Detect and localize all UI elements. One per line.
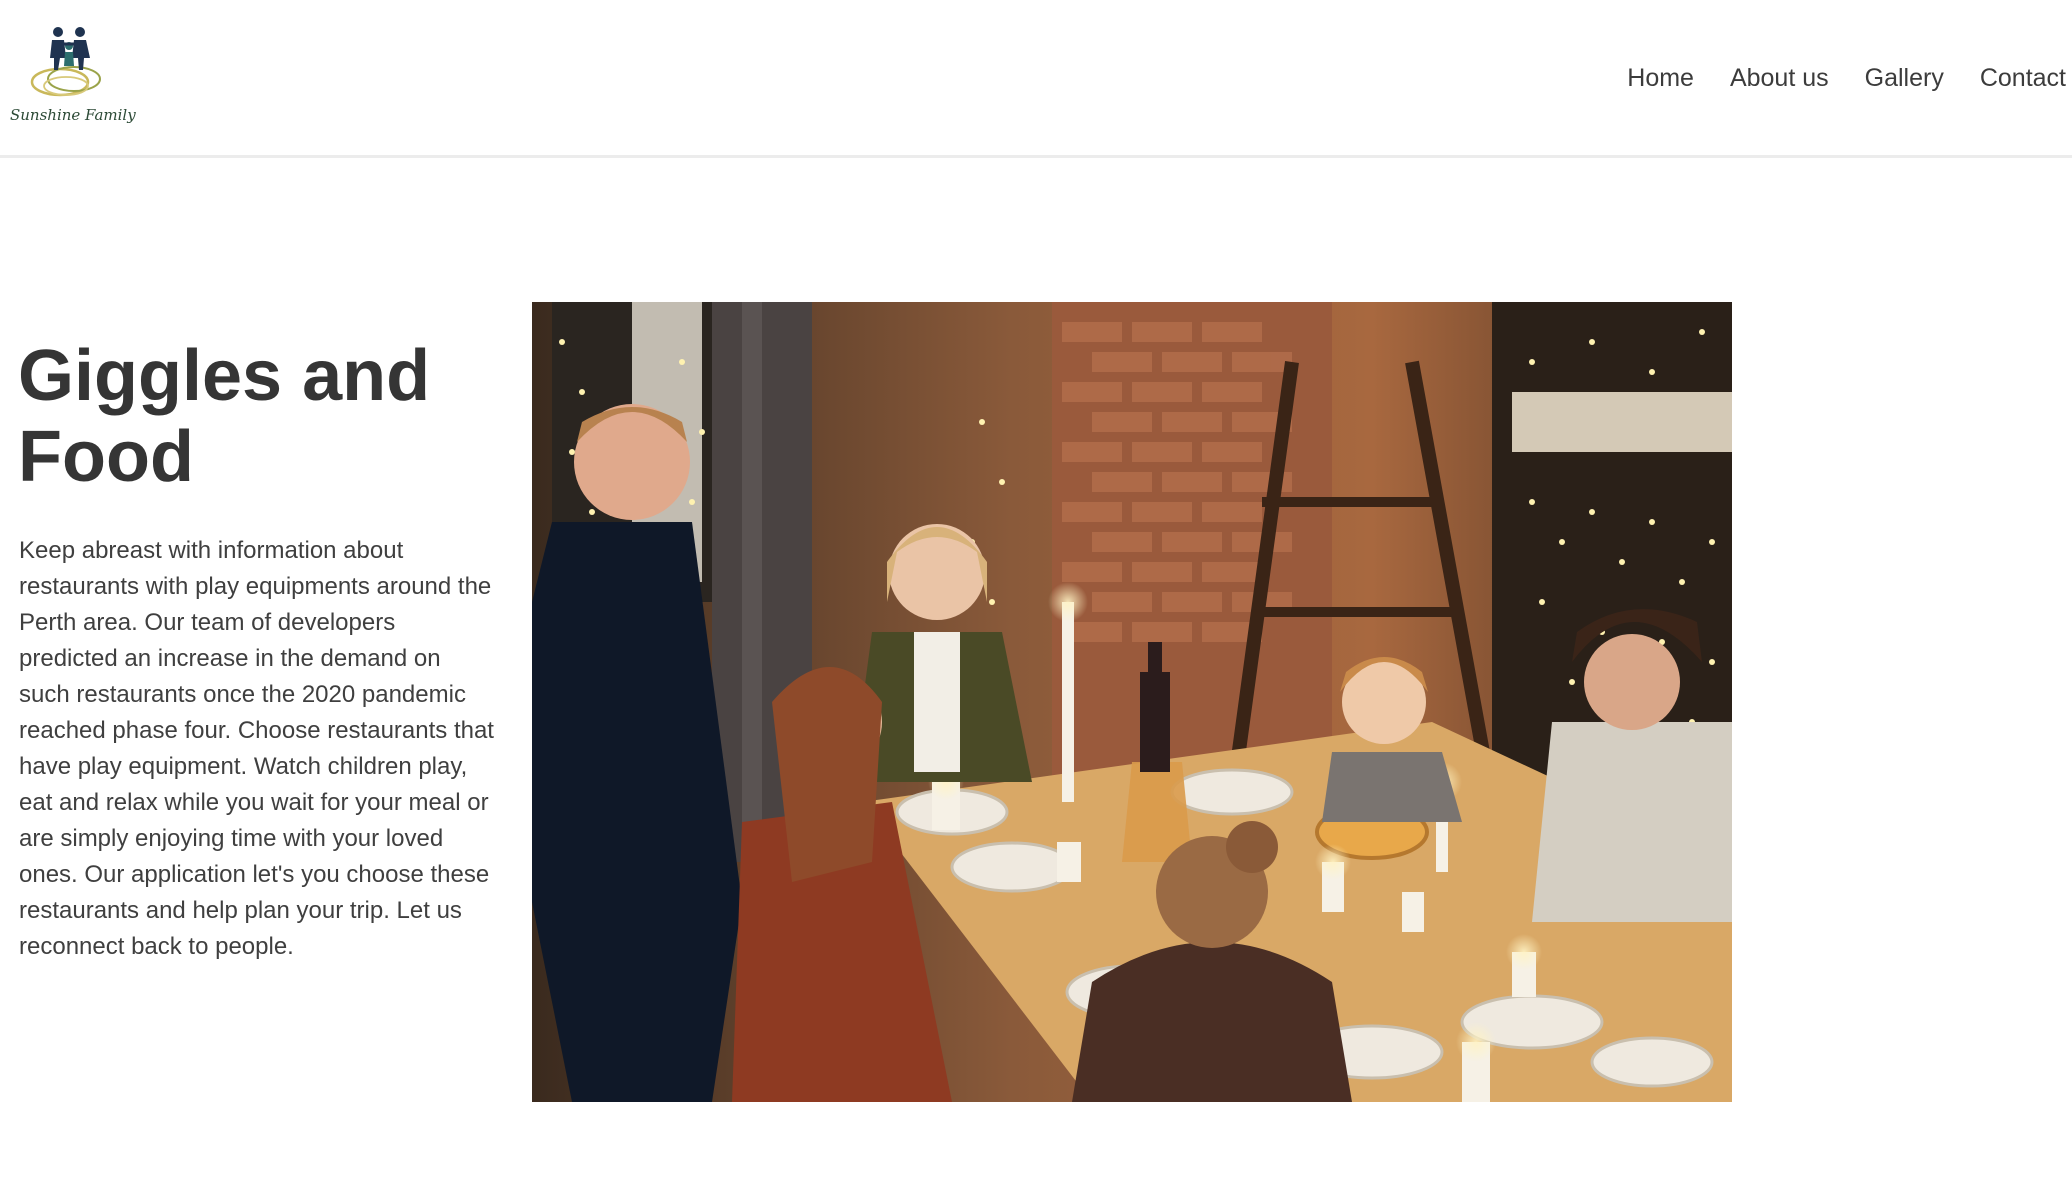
family-dinner-photo — [532, 302, 1732, 1102]
hero-description: Keep abreast with information about rest… — [19, 537, 494, 960]
brand-name: Sunshine Family — [10, 106, 136, 124]
nav-about-us[interactable]: About us — [1730, 60, 1829, 96]
family-dinner-illustration — [532, 302, 1732, 1102]
nav-home[interactable]: Home — [1627, 60, 1694, 96]
nav-contact[interactable]: Contact — [1980, 60, 2066, 96]
nav-gallery[interactable]: Gallery — [1865, 60, 1944, 96]
family-rings-logo-icon — [30, 27, 101, 97]
hero-title: Giggles and Food — [18, 336, 431, 497]
site-header: Sunshine Family Home About us Gallery Co… — [0, 0, 2072, 158]
main-nav: Home About us Gallery Contact — [1591, 60, 2066, 96]
brand-logo[interactable]: Sunshine Family — [10, 24, 136, 132]
